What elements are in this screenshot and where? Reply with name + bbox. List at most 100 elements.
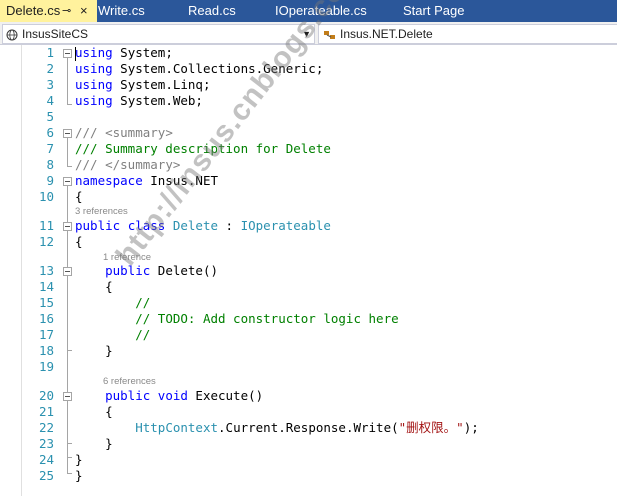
line-number: 2 bbox=[46, 61, 54, 76]
code-line[interactable]: 12 { bbox=[0, 234, 617, 250]
collapse-summary-icon[interactable] bbox=[63, 129, 72, 138]
code-text: /// </summary> bbox=[75, 157, 180, 173]
code-token: } bbox=[105, 343, 113, 358]
type-dropdown[interactable]: Insus.NET.Delete bbox=[318, 24, 617, 44]
outline-end bbox=[67, 166, 72, 167]
code-line[interactable]: 15 // bbox=[0, 295, 617, 311]
tab-read-cs[interactable]: Read.cs bbox=[188, 0, 236, 22]
code-line[interactable]: 2 using System.Collections.Generic; bbox=[0, 61, 617, 77]
code-lens-method-references[interactable]: 6 references bbox=[103, 376, 156, 387]
line-number: 10 bbox=[38, 189, 54, 204]
code-token: { bbox=[75, 189, 83, 204]
code-token: HttpContext bbox=[135, 420, 219, 435]
code-token: </summary> bbox=[105, 157, 181, 172]
code-text: using System.Web; bbox=[75, 93, 203, 109]
code-line[interactable]: 24} bbox=[0, 452, 617, 468]
code-text: } bbox=[75, 343, 113, 359]
line-number: 3 bbox=[46, 77, 54, 92]
tab-delete-cs[interactable]: Delete.cs ⊸ × bbox=[0, 0, 97, 22]
code-token: /// bbox=[75, 157, 106, 172]
code-text: using System; bbox=[75, 45, 173, 61]
code-line[interactable]: 21 { bbox=[0, 404, 617, 420]
code-line[interactable]: 20 public void Execute() bbox=[0, 388, 617, 404]
line-number: 22 bbox=[38, 420, 54, 435]
code-line[interactable]: 7/// Summary description for Delete bbox=[0, 141, 617, 157]
code-line[interactable]: 4 using System.Web; bbox=[0, 93, 617, 109]
collapse-constructor-icon[interactable] bbox=[63, 267, 72, 276]
code-token: Delete() bbox=[150, 263, 218, 278]
code-line[interactable]: 8 /// </summary> bbox=[0, 157, 617, 173]
close-icon[interactable]: × bbox=[80, 0, 88, 22]
collapse-method-icon[interactable] bbox=[63, 392, 72, 401]
tab-start-page[interactable]: Start Page bbox=[403, 0, 464, 22]
outline-end bbox=[67, 443, 72, 444]
line-number: 1 bbox=[46, 45, 54, 60]
line-number: 23 bbox=[38, 436, 54, 451]
line-number: 6 bbox=[46, 125, 54, 140]
code-token: { bbox=[75, 234, 83, 249]
line-number: 19 bbox=[38, 359, 54, 374]
code-line[interactable]: 23 } bbox=[0, 436, 617, 452]
collapse-class-icon[interactable] bbox=[63, 222, 72, 231]
code-lens-class-references[interactable]: 3 references bbox=[75, 206, 128, 217]
line-number: 21 bbox=[38, 404, 54, 419]
line-number: 17 bbox=[38, 327, 54, 342]
code-line[interactable]: 17 // bbox=[0, 327, 617, 343]
code-text: { bbox=[75, 189, 83, 205]
code-line[interactable]: 13 public Delete() bbox=[0, 263, 617, 279]
code-token: // bbox=[135, 327, 151, 342]
code-line[interactable]: 19 bbox=[0, 359, 617, 375]
collapse-using-icon[interactable] bbox=[63, 49, 72, 58]
collapse-namespace-icon[interactable] bbox=[63, 177, 72, 186]
line-number: 11 bbox=[38, 218, 54, 233]
code-editor[interactable]: 1 using System; 2 using System.Collections.… bbox=[0, 45, 617, 496]
code-line[interactable]: 3 using System.Linq; bbox=[0, 77, 617, 93]
outline-end bbox=[67, 457, 72, 458]
code-token: public bbox=[75, 218, 121, 233]
code-line[interactable]: 6 /// <summary> bbox=[0, 125, 617, 141]
code-token: { bbox=[105, 404, 113, 419]
code-line[interactable]: 9 namespace Insus.NET bbox=[0, 173, 617, 189]
pin-icon[interactable]: ⊸ bbox=[62, 0, 71, 22]
code-token: // bbox=[135, 295, 151, 310]
code-token: Delete bbox=[172, 218, 219, 233]
code-line[interactable]: 10 { bbox=[0, 189, 617, 205]
code-token: : bbox=[218, 218, 241, 233]
project-dropdown[interactable]: InsusSiteCS ▼ bbox=[2, 24, 315, 44]
code-text: { bbox=[75, 279, 113, 295]
code-token: } bbox=[75, 468, 83, 483]
code-line[interactable]: 25} bbox=[0, 468, 617, 484]
line-number: 14 bbox=[38, 279, 54, 294]
code-line[interactable]: 14 { bbox=[0, 279, 617, 295]
outline-line bbox=[67, 58, 68, 104]
text-caret bbox=[75, 47, 76, 61]
outline-line bbox=[67, 401, 68, 443]
code-text: public Delete() bbox=[75, 263, 218, 279]
code-token: } bbox=[75, 452, 83, 467]
tab-label: Start Page bbox=[403, 3, 465, 18]
code-token: IOperateable bbox=[240, 218, 331, 233]
code-line[interactable]: 16 // TODO: Add constructor logic here bbox=[0, 311, 617, 327]
code-line[interactable]: 11 public class Delete : IOperateable bbox=[0, 218, 617, 234]
line-number: 20 bbox=[38, 388, 54, 403]
code-token: .Current.Response.Write( bbox=[218, 420, 399, 435]
code-line[interactable]: 22 HttpContext.Current.Response.Write("删… bbox=[0, 420, 617, 436]
outline-end bbox=[67, 350, 72, 351]
code-token: namespace bbox=[75, 173, 143, 188]
code-text: public void Execute() bbox=[75, 388, 263, 404]
code-text: /// <summary> bbox=[75, 125, 173, 141]
tab-write-cs[interactable]: Write.cs bbox=[98, 0, 145, 22]
code-line[interactable]: 5 bbox=[0, 109, 617, 125]
tab-label: Write.cs bbox=[98, 3, 145, 18]
outline-line bbox=[67, 276, 68, 350]
line-number: 24 bbox=[38, 452, 54, 467]
code-token: } bbox=[105, 436, 113, 451]
tab-label: Read.cs bbox=[188, 3, 236, 18]
code-token: using bbox=[75, 61, 113, 76]
code-line[interactable]: 18 } bbox=[0, 343, 617, 359]
line-number: 25 bbox=[38, 468, 54, 483]
